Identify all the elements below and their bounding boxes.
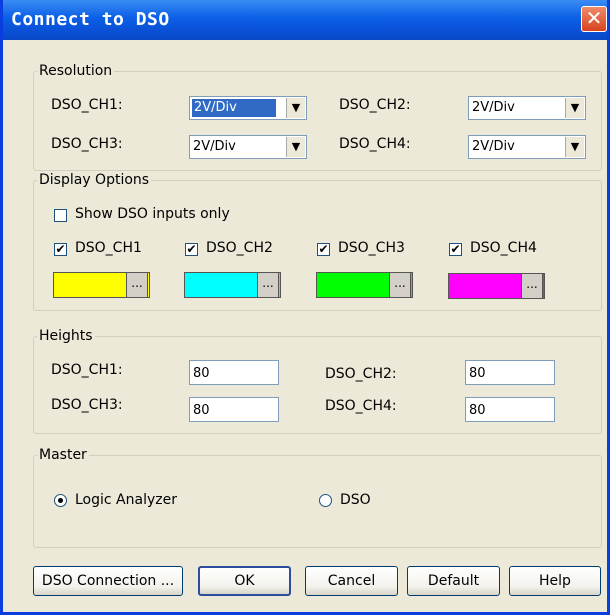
- show-inputs-only-label[interactable]: Show DSO inputs only: [75, 206, 230, 222]
- height-ch3-label: DSO_CH3:: [51, 397, 123, 413]
- height-ch4-label: DSO_CH4:: [325, 398, 397, 414]
- display-options-legend: Display Options: [39, 172, 150, 188]
- height-ch4-input[interactable]: 80: [465, 397, 555, 422]
- res-ch3-label: DSO_CH3:: [51, 136, 123, 152]
- chevron-down-icon[interactable]: ▼: [565, 98, 584, 118]
- ch3-color-button[interactable]: ...: [389, 272, 411, 298]
- show-inputs-only-checkbox[interactable]: [54, 209, 67, 222]
- ch2-color-button[interactable]: ...: [257, 272, 279, 298]
- ch1-checkbox[interactable]: ✔: [54, 243, 67, 256]
- res-ch1-label: DSO_CH1:: [51, 97, 123, 113]
- ch4-checkbox[interactable]: ✔: [449, 243, 462, 256]
- chevron-down-icon[interactable]: ▼: [565, 137, 584, 157]
- ch2-checkbox[interactable]: ✔: [185, 243, 198, 256]
- dialog-window: Connect to DSO ✕ Resolution DSO_CH1: 2V/…: [0, 0, 610, 615]
- height-ch2-label: DSO_CH2:: [325, 366, 397, 382]
- ch3-display-label[interactable]: DSO_CH3: [338, 240, 405, 256]
- ch4-color-button[interactable]: ...: [521, 273, 543, 299]
- window-title: Connect to DSO: [11, 9, 170, 30]
- close-button[interactable]: ✕: [581, 6, 607, 32]
- res-ch3-select[interactable]: 2V/Div ▼: [189, 135, 307, 159]
- ch4-display-label[interactable]: DSO_CH4: [470, 240, 537, 256]
- ch1-display-label[interactable]: DSO_CH1: [75, 240, 142, 256]
- res-ch1-value: 2V/Div: [192, 99, 276, 117]
- res-ch3-value: 2V/Div: [193, 139, 236, 154]
- res-ch1-select[interactable]: 2V/Div ▼: [189, 96, 307, 120]
- res-ch4-value: 2V/Div: [472, 139, 515, 154]
- res-ch2-value: 2V/Div: [472, 100, 515, 115]
- chevron-down-icon[interactable]: ▼: [286, 137, 305, 157]
- logic-analyzer-label[interactable]: Logic Analyzer: [75, 492, 177, 508]
- dso-connection-button[interactable]: DSO Connection ...: [33, 566, 183, 596]
- resolution-legend: Resolution: [39, 63, 113, 79]
- ok-button[interactable]: OK: [198, 566, 291, 596]
- ch1-color-button[interactable]: ...: [126, 272, 148, 298]
- master-legend: Master: [39, 447, 87, 463]
- radio-selected-dot: [58, 498, 63, 503]
- heights-legend: Heights: [39, 328, 93, 344]
- ch3-checkbox[interactable]: ✔: [317, 243, 330, 256]
- res-ch4-label: DSO_CH4:: [339, 136, 411, 152]
- res-ch2-select[interactable]: 2V/Div ▼: [468, 96, 586, 120]
- cancel-button[interactable]: Cancel: [305, 566, 398, 596]
- height-ch3-input[interactable]: 80: [189, 397, 279, 422]
- height-ch2-input[interactable]: 80: [465, 360, 555, 385]
- height-ch1-label: DSO_CH1:: [51, 362, 123, 378]
- dso-radio[interactable]: [319, 494, 332, 507]
- help-button[interactable]: Help: [509, 566, 601, 596]
- res-ch4-select[interactable]: 2V/Div ▼: [468, 135, 586, 159]
- res-ch2-label: DSO_CH2:: [339, 97, 411, 113]
- logic-analyzer-radio[interactable]: [54, 494, 67, 507]
- height-ch1-input[interactable]: 80: [189, 360, 279, 385]
- ch2-display-label[interactable]: DSO_CH2: [206, 240, 273, 256]
- chevron-down-icon[interactable]: ▼: [286, 98, 305, 118]
- dso-radio-label[interactable]: DSO: [340, 492, 371, 508]
- default-button[interactable]: Default: [407, 566, 500, 596]
- title-bar[interactable]: Connect to DSO ✕: [3, 0, 607, 40]
